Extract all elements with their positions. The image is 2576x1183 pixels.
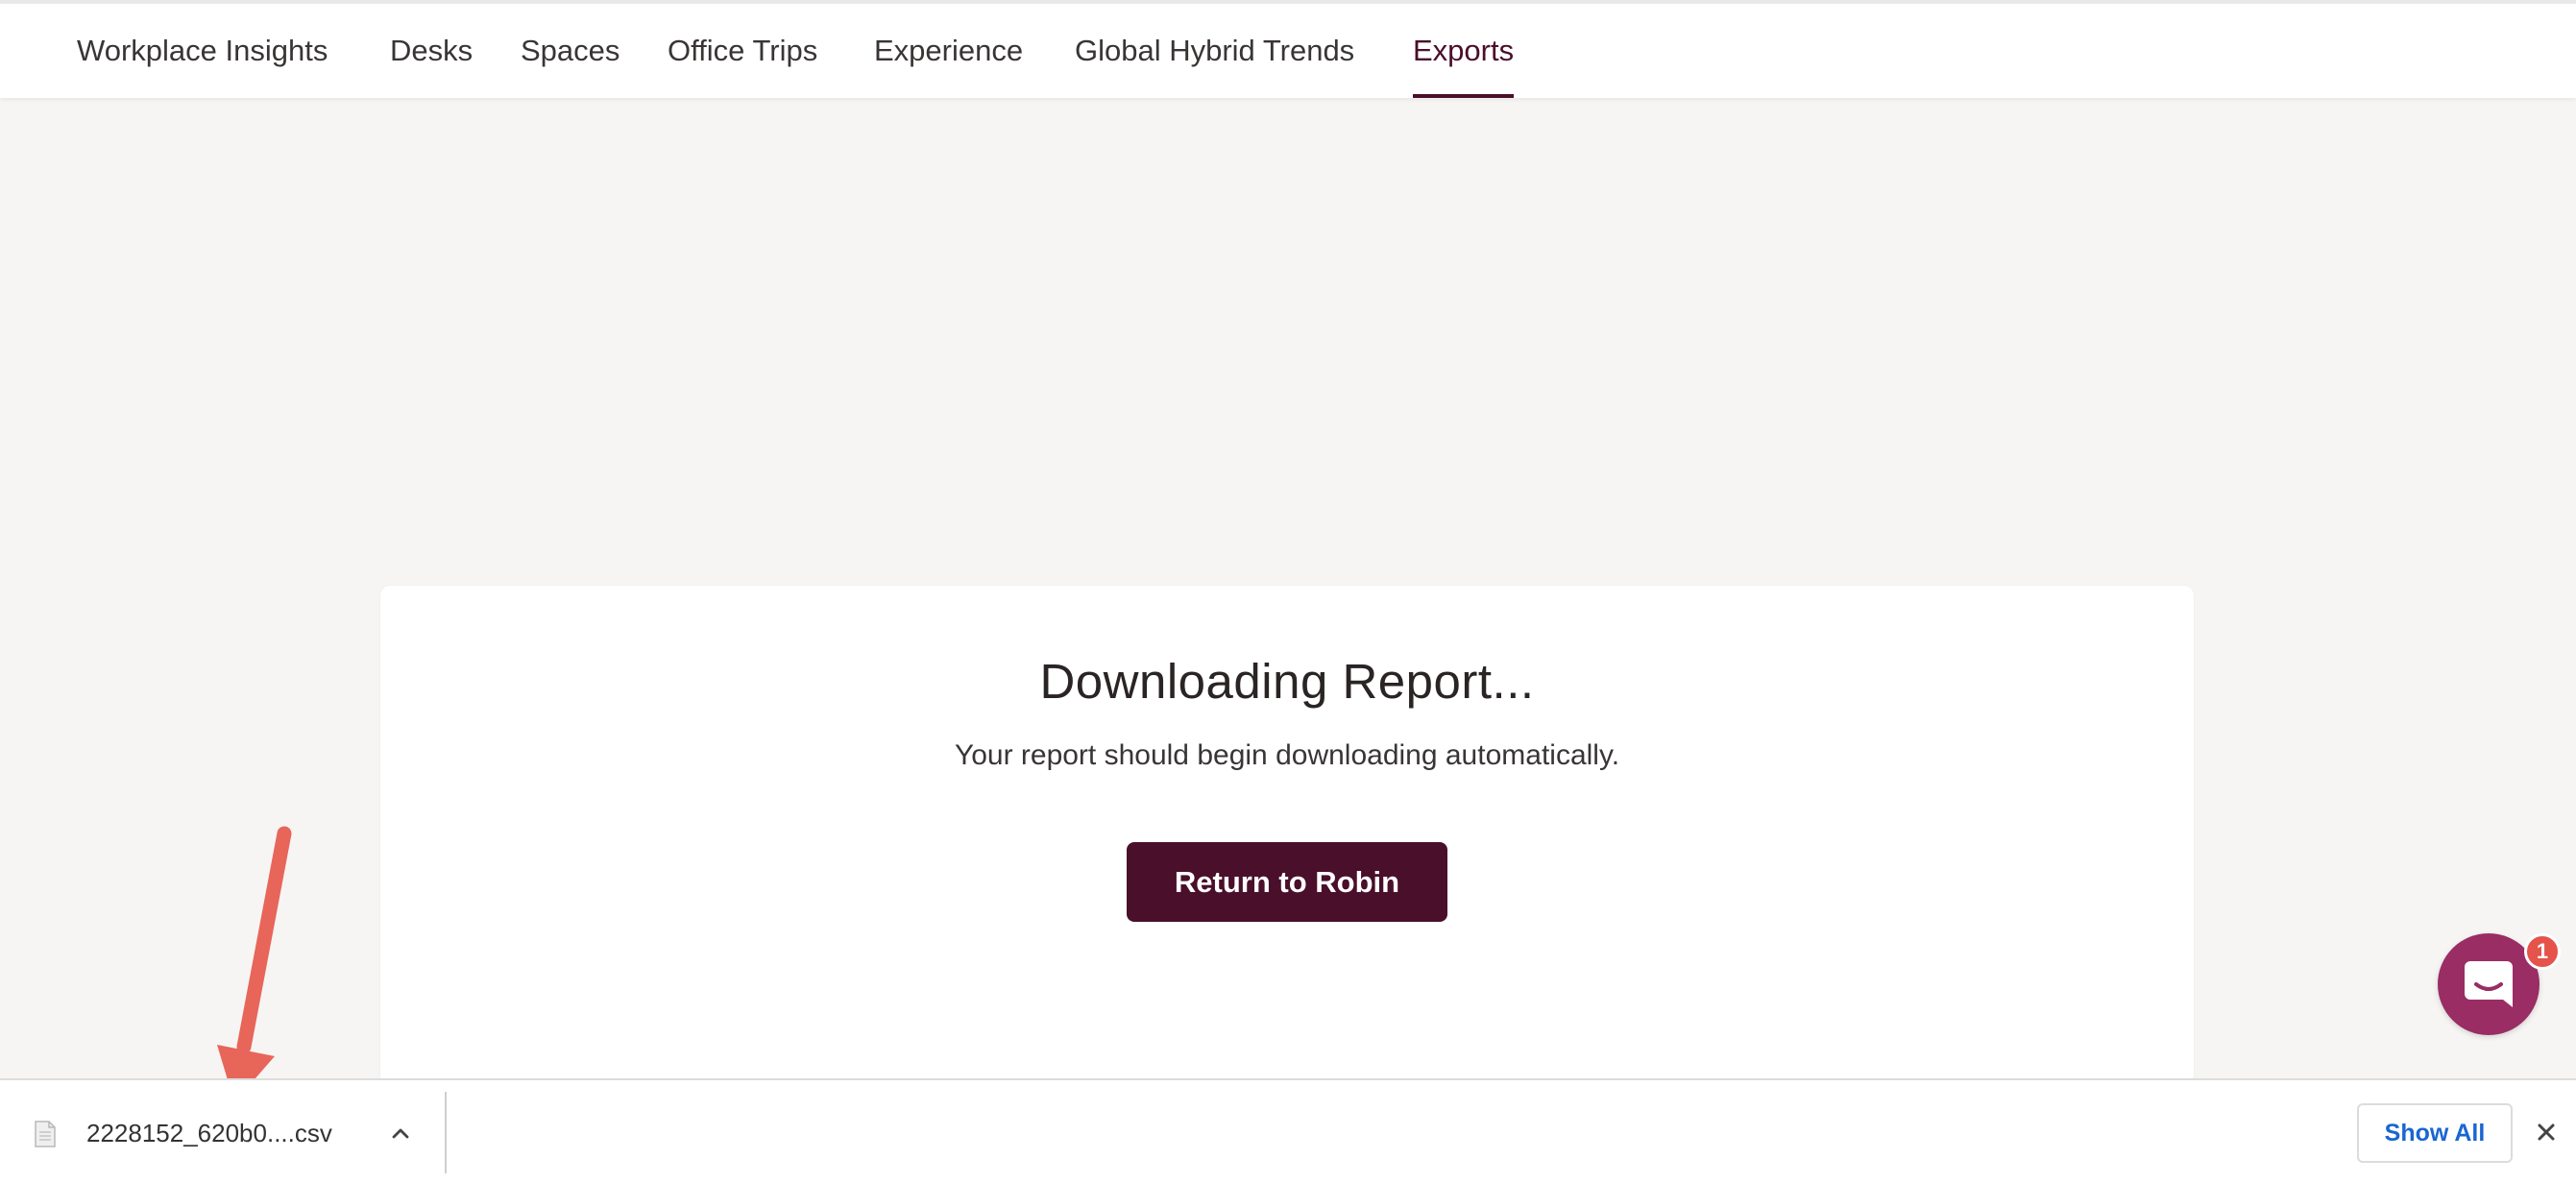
download-item[interactable]: 2228152_620b0....csv <box>0 1080 446 1183</box>
top-navigation: Workplace Insights Desks Spaces Office T… <box>0 0 2576 98</box>
tab-global-hybrid-trends[interactable]: Global Hybrid Trends <box>1075 4 1354 98</box>
chat-bubble-icon <box>2465 961 2513 1007</box>
page-title: Downloading Report... <box>1039 654 1535 709</box>
tab-office-trips[interactable]: Office Trips <box>668 4 817 98</box>
page: Workplace Insights Desks Spaces Office T… <box>0 0 2576 1183</box>
download-bar: 2228152_620b0....csv Show All <box>0 1078 2576 1183</box>
tab-spaces[interactable]: Spaces <box>521 4 620 98</box>
tab-experience[interactable]: Experience <box>874 4 1023 98</box>
close-icon[interactable] <box>2533 1119 2560 1146</box>
document-icon <box>35 1121 56 1147</box>
show-all-button[interactable]: Show All <box>2357 1103 2513 1163</box>
chevron-up-icon[interactable] <box>388 1121 413 1146</box>
divider <box>445 1092 447 1173</box>
download-file-name: 2228152_620b0....csv <box>86 1119 332 1147</box>
notification-badge: 1 <box>2524 933 2561 970</box>
return-to-robin-button[interactable]: Return to Robin <box>1127 842 1447 922</box>
tab-workplace-insights[interactable]: Workplace Insights <box>77 4 328 98</box>
tab-exports[interactable]: Exports <box>1413 4 1515 98</box>
tab-desks[interactable]: Desks <box>390 4 473 98</box>
report-subtitle: Your report should begin downloading aut… <box>954 739 1620 771</box>
